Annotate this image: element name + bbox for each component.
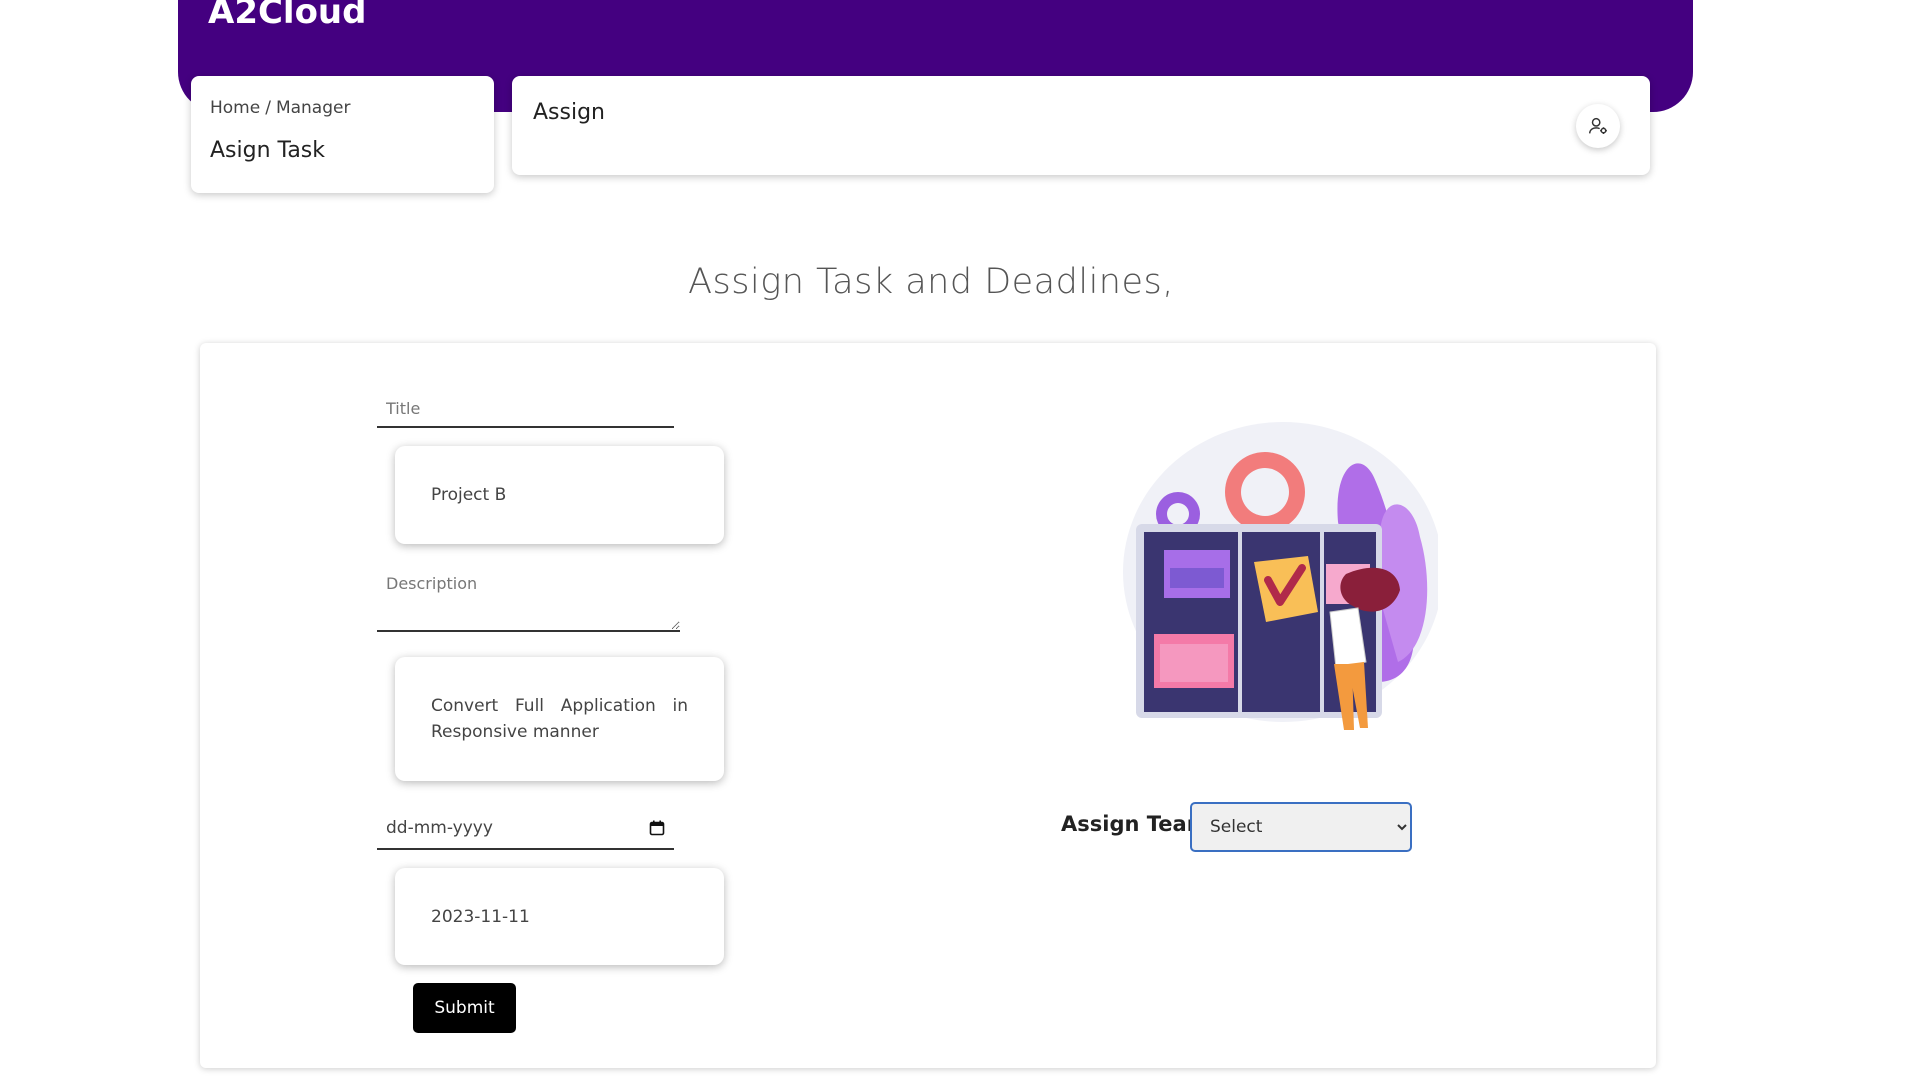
user-gear-icon	[1589, 117, 1607, 134]
description-value-display: Convert Full Application in Responsive m…	[395, 657, 724, 781]
breadcrumb-separator: /	[265, 98, 271, 118]
deadline-date-input[interactable]: dd-mm-yyyy	[377, 808, 674, 850]
date-value-display: 2023-11-11	[395, 868, 724, 965]
description-input[interactable]	[377, 568, 680, 632]
title-input[interactable]	[377, 390, 674, 428]
breadcrumb-card: Home / Manager Asign Task	[191, 76, 494, 193]
description-value-text: Convert Full Application in Responsive m…	[431, 696, 688, 742]
title-value-text: Project B	[431, 485, 507, 505]
title-value-display: Project B	[395, 446, 724, 544]
brand-logo-text: A2Cloud	[208, 0, 367, 32]
task-board-illustration	[1123, 422, 1438, 730]
user-settings-button[interactable]	[1576, 104, 1620, 148]
breadcrumb: Home / Manager	[210, 98, 350, 118]
breadcrumb-manager-link[interactable]: Manager	[276, 98, 351, 118]
page-title: Asign Task	[210, 138, 326, 163]
assign-title: Assign	[533, 100, 605, 125]
page-heading: Assign Task and Deadlines,	[688, 262, 1174, 302]
assign-team-select[interactable]: Select	[1190, 802, 1412, 852]
submit-button[interactable]: Submit	[413, 983, 516, 1033]
date-value-text: 2023-11-11	[431, 906, 530, 927]
calendar-icon[interactable]	[649, 820, 665, 836]
breadcrumb-home-link[interactable]: Home	[210, 98, 260, 118]
date-placeholder: dd-mm-yyyy	[386, 818, 493, 838]
assign-card: Assign	[512, 76, 1650, 175]
assign-team-label: Assign Team	[1061, 812, 1209, 836]
